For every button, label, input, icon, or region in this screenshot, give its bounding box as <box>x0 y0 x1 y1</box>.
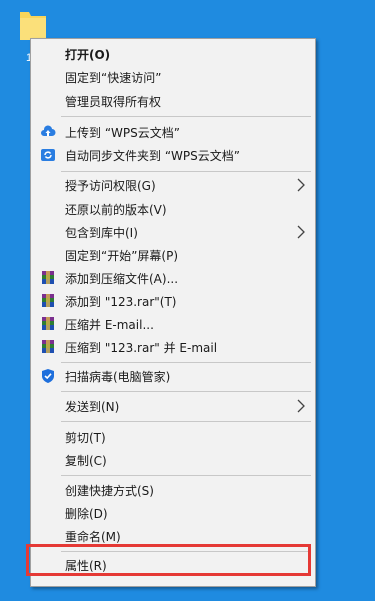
winrar-icon <box>40 270 56 286</box>
menu-item-label: 包含到库中(I) <box>65 225 138 240</box>
menu-item-add-123-rar[interactable]: 添加到 "123.rar"(T) <box>31 290 315 312</box>
menu-item-compress-123-email[interactable]: 压缩到 "123.rar" 并 E-mail <box>31 336 315 358</box>
menu-item-label: 压缩并 E-mail... <box>65 317 154 332</box>
menu-item-label: 还原以前的版本(V) <box>65 202 167 217</box>
menu-item-label: 固定到“开始”屏幕(P) <box>65 248 179 263</box>
menu-item-label: 打开(O) <box>65 47 111 62</box>
winrar-icon <box>40 293 56 309</box>
menu-item-label: 固定到“快速访问” <box>65 70 162 85</box>
menu-separator <box>61 421 311 422</box>
menu-item-label: 授予访问权限(G) <box>65 178 156 193</box>
menu-item-create-shortcut[interactable]: 创建快捷方式(S) <box>31 479 315 501</box>
menu-item-include-library[interactable]: 包含到库中(I) <box>31 221 315 243</box>
menu-separator <box>61 475 311 476</box>
menu-item-label: 剪切(T) <box>65 430 106 445</box>
menu-item-label: 复制(C) <box>65 453 107 468</box>
menu-item-label: 添加到压缩文件(A)... <box>65 271 179 286</box>
shield-icon <box>40 368 56 384</box>
menu-item-open[interactable]: 打开(O) <box>31 43 315 65</box>
menu-item-upload-wps[interactable]: 上传到 “WPS云文档” <box>31 121 315 143</box>
properties-highlight-box <box>26 544 311 576</box>
menu-item-add-archive[interactable]: 添加到压缩文件(A)... <box>31 267 315 289</box>
chevron-right-icon <box>297 178 305 192</box>
menu-item-label: 扫描病毒(电脑管家) <box>65 369 171 384</box>
menu-item-delete[interactable]: 删除(D) <box>31 502 315 524</box>
menu-item-label: 删除(D) <box>65 506 108 521</box>
menu-item-send-to[interactable]: 发送到(N) <box>31 395 315 417</box>
menu-separator <box>61 391 311 392</box>
folder-icon[interactable] <box>20 6 46 42</box>
menu-item-take-ownership[interactable]: 管理员取得所有权 <box>31 90 315 112</box>
menu-item-virus-scan[interactable]: 扫描病毒(电脑管家) <box>31 365 315 387</box>
menu-separator <box>61 362 311 363</box>
menu-item-pin-start[interactable]: 固定到“开始”屏幕(P) <box>31 244 315 266</box>
menu-item-restore-previous[interactable]: 还原以前的版本(V) <box>31 198 315 220</box>
menu-item-cut[interactable]: 剪切(T) <box>31 426 315 448</box>
chevron-right-icon <box>297 399 305 413</box>
menu-item-pin-quick-access[interactable]: 固定到“快速访问” <box>31 66 315 88</box>
menu-item-copy[interactable]: 复制(C) <box>31 449 315 471</box>
chevron-right-icon <box>297 225 305 239</box>
menu-item-label: 管理员取得所有权 <box>65 94 162 109</box>
menu-item-label: 重命名(M) <box>65 529 121 544</box>
cloud-upload-icon <box>40 124 56 140</box>
menu-item-label: 上传到 “WPS云文档” <box>65 125 180 140</box>
menu-item-label: 添加到 "123.rar"(T) <box>65 294 177 309</box>
sync-folder-icon <box>40 147 56 163</box>
menu-separator <box>61 171 311 172</box>
menu-item-label: 发送到(N) <box>65 399 120 414</box>
menu-item-label: 自动同步文件夹到 “WPS云文档” <box>65 148 240 163</box>
menu-item-compress-email[interactable]: 压缩并 E-mail... <box>31 313 315 335</box>
winrar-icon <box>40 339 56 355</box>
menu-item-label: 压缩到 "123.rar" 并 E-mail <box>65 340 218 355</box>
menu-item-label: 创建快捷方式(S) <box>65 483 154 498</box>
menu-item-sync-wps[interactable]: 自动同步文件夹到 “WPS云文档” <box>31 144 315 166</box>
menu-item-grant-access[interactable]: 授予访问权限(G) <box>31 174 315 196</box>
menu-separator <box>61 116 311 117</box>
winrar-icon <box>40 316 56 332</box>
context-menu: 打开(O) 固定到“快速访问” 管理员取得所有权 上传到 “WPS云文档” 自动… <box>30 38 316 587</box>
